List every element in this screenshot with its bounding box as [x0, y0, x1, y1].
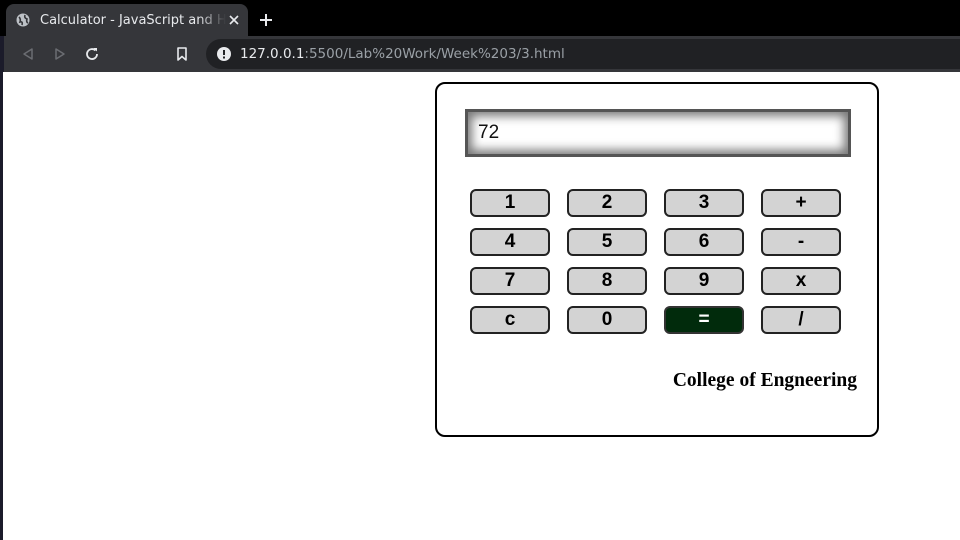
plus-icon — [260, 14, 272, 26]
key-3[interactable]: 3 — [664, 189, 744, 217]
calculator-display[interactable]: 72 — [465, 109, 851, 157]
close-icon[interactable] — [226, 12, 242, 28]
forward-button[interactable] — [50, 44, 70, 64]
url-host: 127.0.0.1 — [240, 46, 305, 62]
globe-icon — [16, 13, 30, 27]
page-content: 72 1 2 3 +4 5 6- 7 8 9 x c 0 = / College of Engneerin… — [0, 72, 960, 540]
bookmark-icon — [177, 47, 187, 61]
info-icon[interactable] — [216, 46, 232, 62]
key-minus[interactable]: - — [761, 228, 841, 256]
key-plus[interactable]: + — [761, 189, 841, 217]
tab-strip: Calculator - JavaScript and HTML — [0, 0, 960, 36]
bookmark-button[interactable] — [172, 44, 192, 64]
key-5[interactable]: 5 — [567, 228, 647, 256]
key-4[interactable]: 4 — [470, 228, 550, 256]
url-path: :5500/Lab%20Work/Week%203/3.html — [304, 46, 565, 62]
key-equals[interactable]: = — [664, 306, 744, 334]
display-value: 72 — [478, 122, 500, 143]
calculator-panel: 72 1 2 3 +4 5 6- 7 8 9 x c 0 = / College of Engneerin… — [435, 82, 879, 437]
tab-title: Calculator - JavaScript and HTML — [40, 12, 226, 28]
browser-toolbar: 127.0.0.1:5500/Lab%20Work/Week%203/3.htm… — [0, 36, 960, 72]
new-tab-button[interactable] — [256, 10, 276, 30]
reload-button[interactable] — [82, 44, 102, 64]
key-1[interactable]: 1 — [470, 189, 550, 217]
browser-tab[interactable]: Calculator - JavaScript and HTML — [6, 4, 248, 36]
address-bar[interactable]: 127.0.0.1:5500/Lab%20Work/Week%203/3.htm… — [206, 39, 960, 69]
back-button[interactable] — [18, 44, 38, 64]
key-clear[interactable]: c — [470, 306, 550, 334]
key-0[interactable]: 0 — [567, 306, 647, 334]
key-divide[interactable]: / — [761, 306, 841, 334]
key-8[interactable]: 8 — [567, 267, 647, 295]
key-7[interactable]: 7 — [470, 267, 550, 295]
key-9[interactable]: 9 — [664, 267, 744, 295]
key-2[interactable]: 2 — [567, 189, 647, 217]
college-label: College of Engneering — [672, 370, 857, 391]
back-icon — [23, 48, 33, 60]
key-multiply[interactable]: x — [761, 267, 841, 295]
key-6[interactable]: 6 — [664, 228, 744, 256]
forward-icon — [55, 48, 65, 60]
reload-icon — [86, 48, 98, 60]
